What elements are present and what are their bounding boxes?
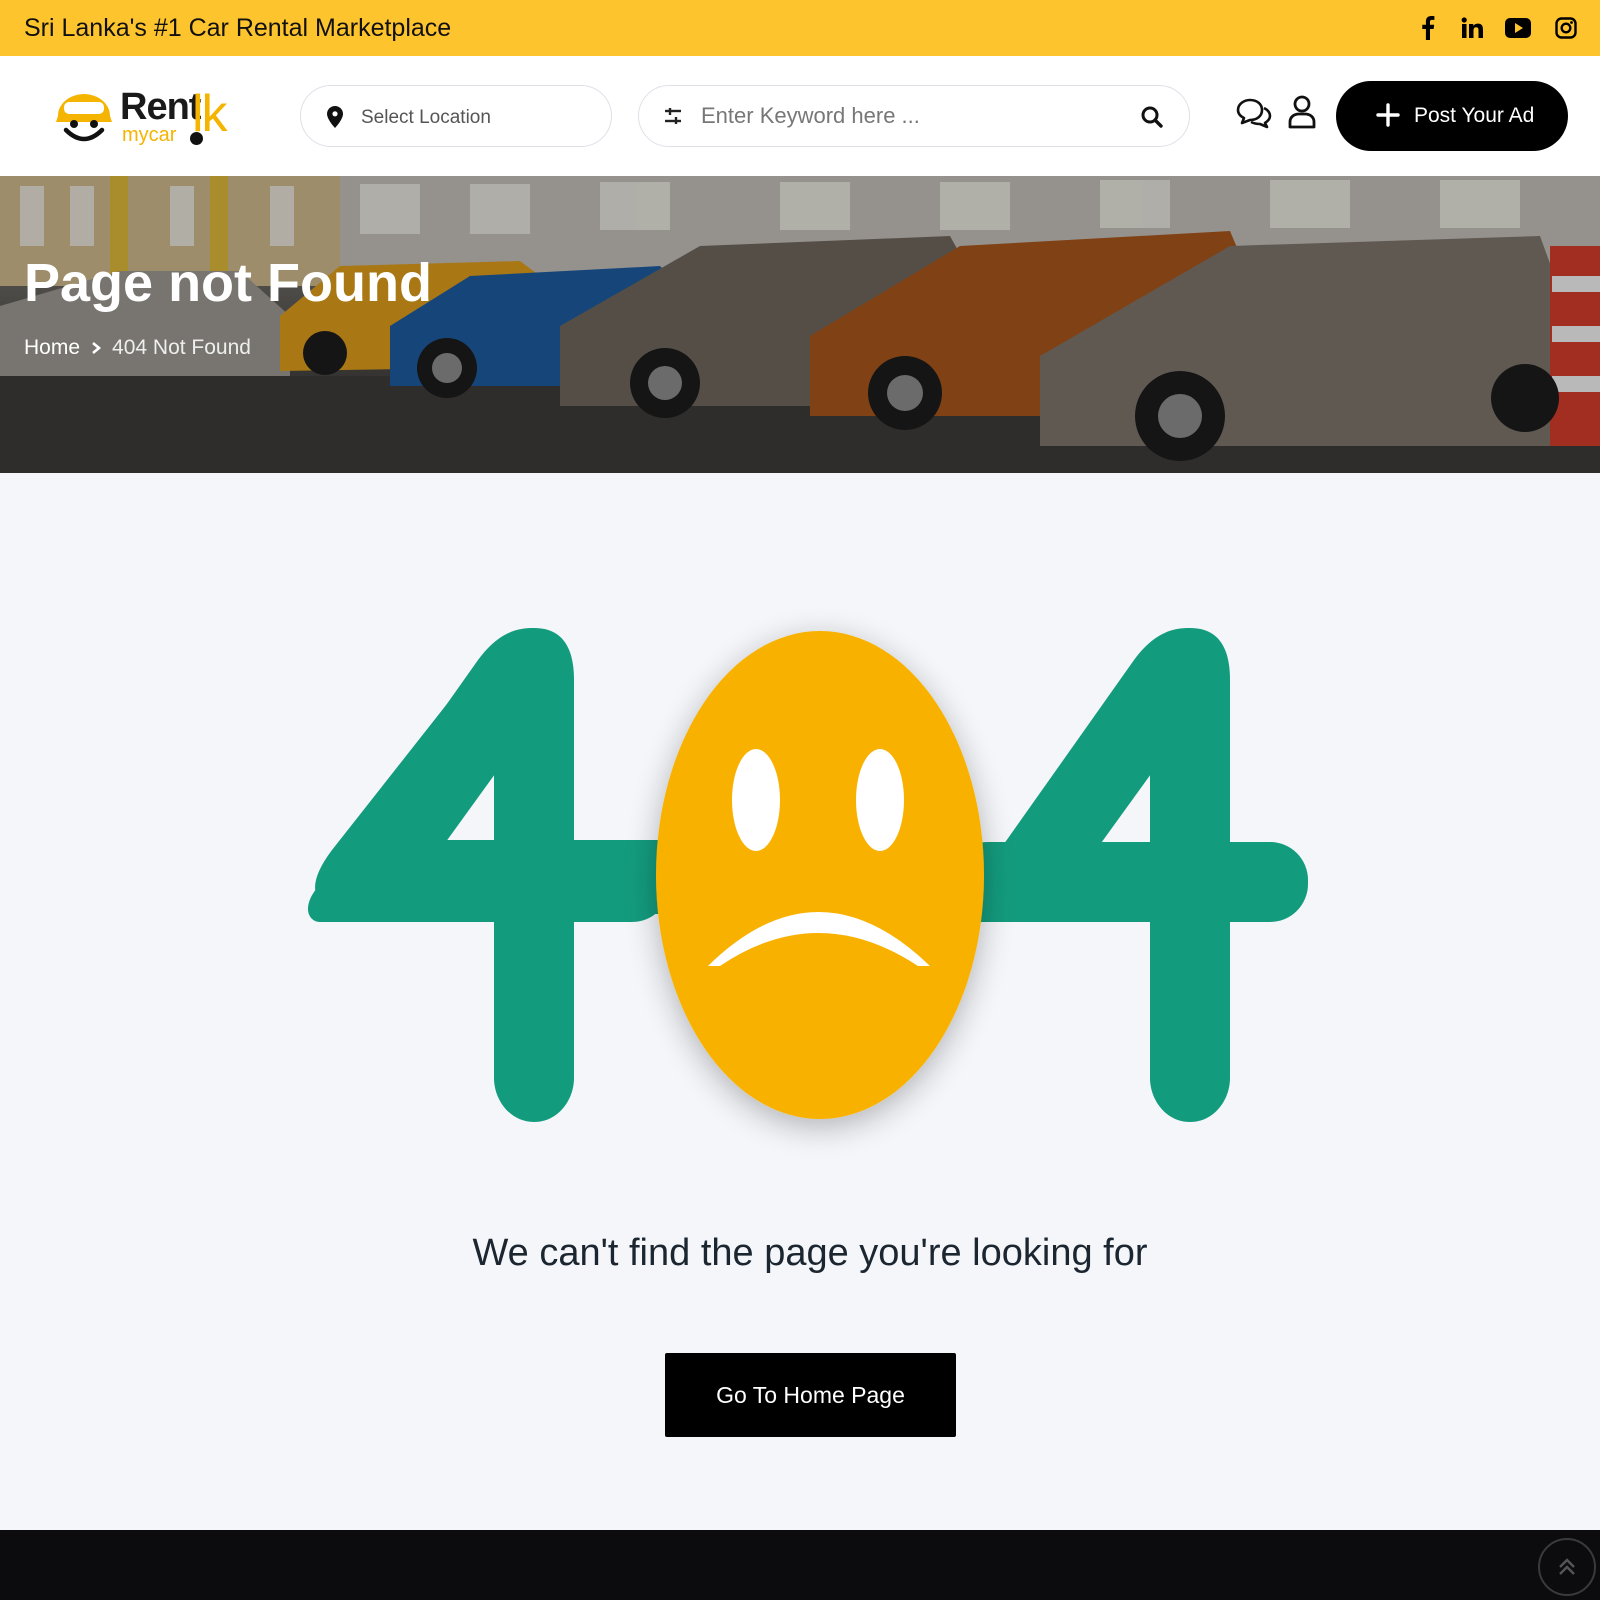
linkedin-icon[interactable]	[1458, 14, 1486, 42]
chevron-right-icon	[92, 342, 102, 354]
location-select[interactable]: Select Location	[300, 85, 612, 147]
search-bar	[638, 85, 1190, 147]
site-footer	[0, 1530, 1600, 1600]
logo-text-mycar: mycar	[122, 124, 177, 146]
digit-four-left	[307, 628, 670, 1122]
filter-icon[interactable]	[663, 106, 683, 126]
back-to-top-button[interactable]	[1538, 1538, 1596, 1596]
post-your-ad-label: Post Your Ad	[1414, 104, 1535, 127]
digit-four-right	[950, 628, 1308, 1122]
banner-overlay	[0, 176, 1600, 473]
logo-text-rent: Rent	[120, 86, 201, 128]
page-banner: Page not Found Home 404 Not Found	[0, 176, 1600, 473]
top-announcement-bar: Sri Lanka's #1 Car Rental Marketplace	[0, 0, 1600, 56]
error-message: We can't find the page you're looking fo…	[472, 1232, 1148, 1274]
go-to-home-page-button[interactable]: Go To Home Page	[665, 1353, 956, 1437]
user-icon[interactable]	[1287, 94, 1317, 130]
double-chevron-up-icon	[1559, 1558, 1575, 1575]
location-placeholder: Select Location	[361, 107, 491, 128]
search-icon[interactable]	[1139, 104, 1165, 130]
post-your-ad-button[interactable]: Post Your Ad	[1336, 81, 1568, 151]
breadcrumb-current: 404 Not Found	[112, 336, 251, 359]
logo-car-face-icon	[56, 94, 112, 142]
site-header: Rent mycar lk Select Location Enter Keyw…	[0, 56, 1600, 176]
404-illustration	[307, 628, 1308, 1122]
logo-text-lk: lk	[192, 85, 228, 143]
breadcrumb: Home 404 Not Found	[24, 336, 251, 360]
youtube-icon[interactable]	[1504, 14, 1532, 42]
facebook-icon[interactable]	[1414, 14, 1442, 42]
plus-icon	[1376, 103, 1400, 127]
sad-face-icon	[656, 631, 984, 1119]
instagram-icon[interactable]	[1552, 14, 1580, 42]
search-input[interactable]	[701, 100, 1121, 132]
breadcrumb-home-link[interactable]: Home	[24, 336, 80, 360]
map-pin-icon	[327, 106, 343, 128]
tagline: Sri Lanka's #1 Car Rental Marketplace	[24, 14, 452, 42]
page-title: Page not Found	[24, 253, 432, 313]
chat-icon[interactable]	[1234, 96, 1272, 130]
site-logo[interactable]: Rent mycar lk	[52, 84, 262, 150]
